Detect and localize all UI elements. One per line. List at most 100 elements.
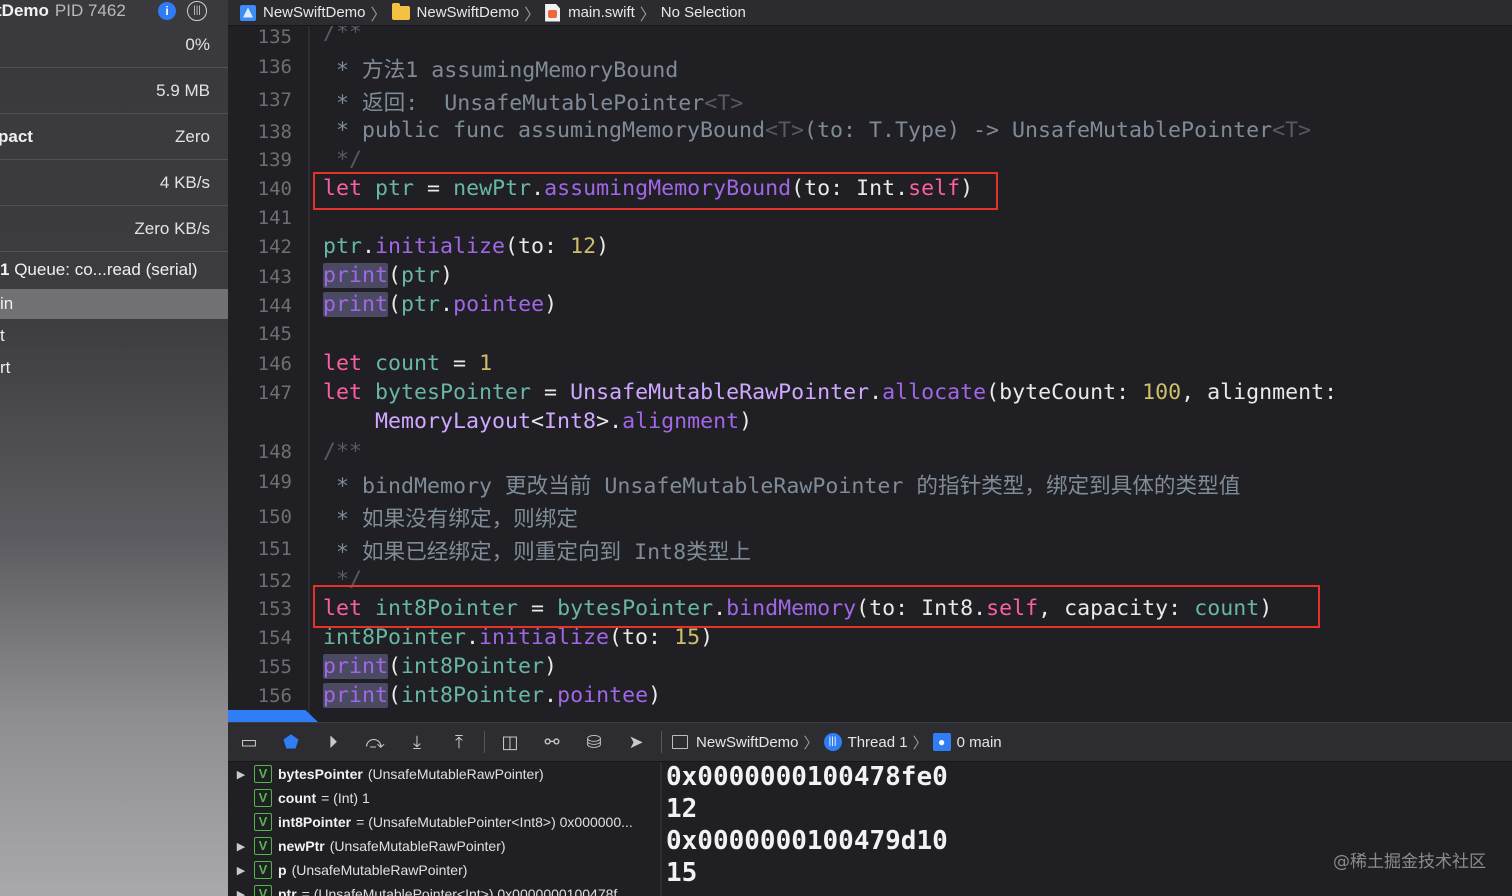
environment-overrides-icon[interactable]: ⛁ (573, 722, 615, 762)
chevron-right-icon: 〉 (524, 6, 541, 24)
disclosure-triangle-icon[interactable]: ▶ (228, 864, 254, 877)
line-number: 135 (257, 26, 292, 48)
gauge-value: 4 KB/s (159, 172, 210, 192)
jumpbar-folder[interactable]: NewSwiftDemo (391, 2, 519, 21)
step-out-icon[interactable]: ⤒ (438, 722, 480, 762)
jumpbar-selection[interactable]: No Selection (661, 4, 746, 21)
variable-badge-icon: V (254, 765, 272, 783)
gauge-memory[interactable]: 5.9 MB (0, 68, 228, 114)
highlight-box (313, 172, 998, 210)
app-icon (672, 735, 688, 749)
console-line: 0x0000000100478fe0 (666, 762, 948, 792)
console-line: 15 (666, 858, 698, 888)
code-line[interactable]: * 方法1 assumingMemoryBound (323, 53, 678, 84)
disclosure-triangle-icon[interactable]: ▶ (228, 768, 254, 781)
code-line[interactable]: print(ptr) (323, 263, 453, 288)
code-line[interactable]: let bytesPointer = UnsafeMutableRawPoint… (323, 380, 1337, 405)
code-line[interactable]: print(int8Pointer) (323, 654, 557, 679)
line-number: 143 (257, 266, 292, 288)
line-number: 145 (257, 323, 292, 345)
jump-bar: NewSwiftDemo 〉 NewSwiftDemo 〉 main.swift… (228, 0, 1512, 26)
gauge-value: Zero KB/s (134, 218, 210, 238)
code-line[interactable]: ptr.initialize(to: 12) (323, 234, 609, 259)
thread-icon: ||| (823, 733, 842, 751)
code-line[interactable]: * bindMemory 更改当前 UnsafeMutableRawPointe… (323, 469, 1240, 500)
code-line[interactable]: /** (323, 26, 362, 45)
gutter-border (308, 26, 310, 722)
console-output[interactable]: 0x0000000100478fe0 12 0x0000000100479d10… (662, 762, 1512, 896)
line-number-gutter: 135 136 137 138 139 140 141 142 143 144 … (228, 26, 308, 722)
jumpbar-project[interactable]: NewSwiftDemo (240, 4, 366, 21)
threads-icon[interactable]: ||| (187, 1, 207, 21)
code-line[interactable]: /** (323, 439, 362, 464)
stack-frame[interactable]: t (0, 321, 228, 351)
code-line[interactable]: print(ptr.pointee) (323, 292, 557, 317)
code-line[interactable]: * 如果已经绑定，则重定向到 Int8类型上 (323, 535, 751, 566)
breakpoint-icon[interactable]: ⬟ (270, 722, 312, 762)
memory-graph-icon[interactable]: ⚯ (531, 722, 573, 762)
code-line[interactable]: print(int8Pointer.pointee) (323, 683, 661, 708)
chevron-right-icon: 〉 (639, 6, 656, 24)
debug-frame[interactable]: 0 main (957, 734, 1002, 751)
line-number: 138 (257, 121, 292, 143)
highlight-box (313, 585, 1320, 628)
info-icon[interactable]: i (158, 2, 176, 20)
debug-target[interactable]: NewSwiftDemo (696, 734, 799, 751)
thread-queue-row[interactable]: 1 Queue: co...read (serial) (0, 260, 228, 286)
thread-number: 1 (0, 260, 10, 279)
view-hierarchy-icon[interactable]: ◫ (489, 722, 531, 762)
line-number: 141 (257, 207, 292, 229)
variable-badge-icon: V (254, 885, 272, 896)
variables-view[interactable]: ▶ V bytesPointer (UnsafeMutableRawPointe… (228, 762, 660, 896)
console-line: 12 (666, 794, 698, 824)
process-pid: PID 7462 (54, 1, 126, 20)
line-number: 156 (257, 685, 292, 707)
line-number: 149 (257, 471, 292, 493)
line-number: 136 (257, 56, 292, 78)
debug-thread[interactable]: Thread 1 (848, 734, 908, 751)
code-line[interactable]: int8Pointer.initialize(to: 15) (323, 625, 713, 650)
divider (661, 731, 662, 753)
chevron-right-icon: 〉 (912, 734, 928, 752)
variable-row[interactable]: ▶ V bytesPointer (UnsafeMutableRawPointe… (228, 762, 660, 786)
stack-frame-selected[interactable]: in (0, 289, 228, 319)
continue-icon[interactable]: ⏵ (312, 722, 354, 762)
variable-badge-icon: V (254, 861, 272, 879)
code-line[interactable]: let count = 1 (323, 351, 492, 376)
variable-badge-icon: V (254, 837, 272, 855)
step-into-icon[interactable]: ⤓ (396, 722, 438, 762)
variable-row[interactable]: ▶ V p (UnsafeMutableRawPointer) (228, 858, 660, 882)
code-line[interactable]: */ (323, 147, 362, 172)
line-number: 154 (257, 627, 292, 649)
variable-row[interactable]: ▶ V ptr = (UnsafeMutablePointer<Int>) 0x… (228, 882, 660, 896)
code-editor[interactable]: 135 136 137 138 139 140 141 142 143 144 … (228, 26, 1512, 722)
variable-row[interactable]: V int8Pointer = (UnsafeMutablePointer<In… (228, 810, 660, 834)
gauge-disk[interactable]: 4 KB/s (0, 160, 228, 206)
stack-frame[interactable]: rt (0, 353, 228, 383)
gauge-cpu[interactable]: 0% (0, 22, 228, 68)
gauge-energy[interactable]: pact Zero (0, 114, 228, 160)
gauge-network[interactable]: Zero KB/s (0, 206, 228, 252)
chevron-right-icon: 〉 (370, 6, 387, 24)
hide-debug-area-icon[interactable]: ▭ (228, 722, 270, 762)
line-number: 150 (257, 506, 292, 528)
simulate-location-icon[interactable]: ➤ (615, 722, 657, 762)
folder-icon (391, 2, 410, 20)
code-line[interactable]: * public func assumingMemoryBound<T>(to:… (323, 118, 1311, 143)
variable-badge-icon: V (254, 789, 272, 807)
code-line[interactable]: MemoryLayout<Int8>.alignment) (323, 409, 752, 434)
disclosure-triangle-icon[interactable]: ▶ (228, 840, 254, 853)
disclosure-triangle-icon[interactable]: ▶ (228, 888, 254, 896)
line-number: 153 (257, 598, 292, 620)
variable-row[interactable]: ▶ V newPtr (UnsafeMutableRawPointer) (228, 834, 660, 858)
step-over-icon[interactable]: ⤼ (354, 722, 396, 762)
project-icon (240, 4, 256, 21)
user-frame-icon: ● (932, 733, 951, 751)
line-number: 152 (257, 570, 292, 592)
code-line[interactable]: * 返回: UnsafeMutablePointer<T> (323, 86, 743, 117)
code-line[interactable]: * 如果没有绑定，则绑定 (323, 502, 578, 533)
console-line: 0x0000000100479d10 (666, 826, 948, 856)
variable-row[interactable]: V count = (Int) 1 (228, 786, 660, 810)
line-number: 137 (257, 89, 292, 111)
jumpbar-file[interactable]: main.swift (545, 3, 635, 22)
